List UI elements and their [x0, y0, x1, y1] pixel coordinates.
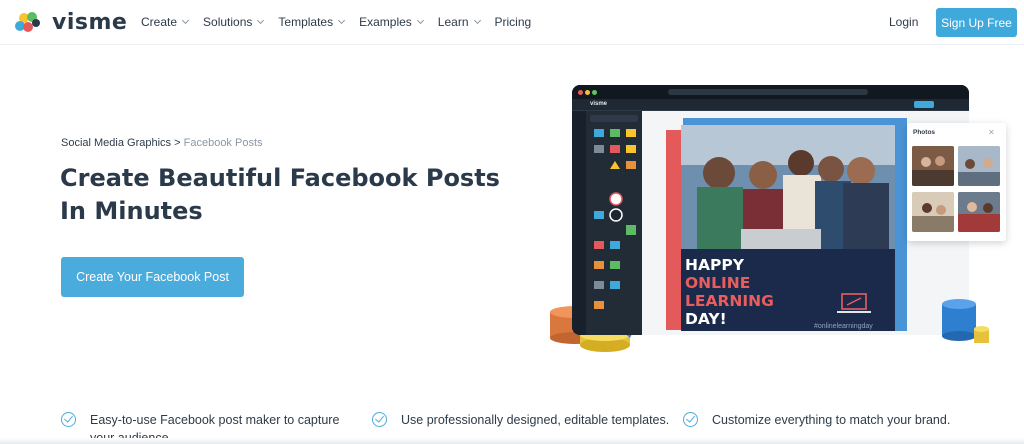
nav-solutions[interactable]: Solutions	[203, 15, 265, 29]
page-title: Create Beautiful Facebook Posts In Minut…	[60, 162, 520, 228]
photos-panel-title: Photos	[913, 129, 936, 136]
poster-headline: HAPPY ONLINE LEARNING DAY!	[685, 256, 774, 328]
feature-item: Customize everything to match your brand…	[683, 411, 950, 429]
nav-examples[interactable]: Examples	[359, 15, 424, 29]
page-title-line-1: Create Beautiful Facebook Posts	[60, 164, 500, 192]
nav-create-label: Create	[141, 15, 178, 29]
nav-learn-label: Learn	[437, 15, 469, 29]
visme-logo-icon	[15, 11, 40, 32]
checkmark-icon	[372, 412, 387, 427]
photo-thumbnail	[912, 192, 954, 232]
create-facebook-post-button[interactable]: Create Your Facebook Post	[61, 257, 244, 297]
feature-item: Use professionally designed, editable te…	[372, 411, 669, 429]
maximize-dot-icon	[592, 90, 597, 95]
logo-wordmark: visme	[52, 10, 128, 35]
visme-logo[interactable]: visme	[14, 10, 127, 35]
breadcrumb-parent-link[interactable]: Social Media Graphics	[61, 137, 171, 149]
poster-red-accent	[666, 130, 681, 330]
poster-line-4: DAY!	[685, 310, 727, 328]
poster-hashtag: #onlinelearningday	[814, 323, 873, 330]
nav-divider	[0, 44, 1024, 45]
sign-up-button[interactable]: Sign Up Free	[936, 8, 1017, 37]
group-photo-illustration	[681, 125, 895, 249]
feature-text: Use professionally designed, editable te…	[401, 413, 670, 427]
checkmark-icon	[683, 412, 698, 427]
feature-text: Customize everything to match your brand…	[712, 413, 951, 427]
chevron-down-icon	[338, 16, 346, 25]
breadcrumb: Social Media Graphics > Facebook Posts	[61, 137, 263, 149]
top-navigation: visme Create Solutions Templates Example…	[0, 0, 1024, 44]
checkmark-icon	[61, 412, 76, 427]
mockup-app-logo: visme	[590, 101, 608, 107]
chevron-down-icon	[181, 16, 190, 25]
nav-pricing-label: Pricing	[494, 15, 532, 29]
laptop-icon	[837, 293, 871, 313]
poster-line-1: HAPPY	[685, 256, 744, 274]
breadcrumb-separator: >	[174, 137, 181, 149]
nav-create[interactable]: Create	[141, 15, 190, 29]
minimize-dot-icon	[585, 90, 590, 95]
yellow-cube-shape	[974, 326, 989, 343]
mockup-sidebar	[572, 111, 586, 335]
mockup-toolbar	[572, 99, 969, 111]
nav-solutions-label: Solutions	[203, 15, 253, 29]
close-dot-icon	[578, 90, 583, 95]
mockup-graphics-grid	[594, 129, 636, 309]
main-menu: Create Solutions Templates Examples Lear…	[141, 15, 531, 29]
login-link[interactable]: Login	[889, 15, 918, 29]
chevron-down-icon	[416, 16, 424, 25]
chevron-down-icon	[257, 16, 265, 25]
photo-thumbnail	[912, 146, 954, 186]
nav-templates-label: Templates	[278, 15, 334, 29]
close-icon: ✕	[988, 128, 995, 137]
nav-templates[interactable]: Templates	[278, 15, 346, 29]
photo-thumbnail	[958, 146, 1000, 186]
mockup-search-field	[590, 115, 638, 122]
page-title-line-2: In Minutes	[60, 197, 203, 225]
poster-photo	[681, 125, 895, 249]
mockup-titlebar	[572, 85, 969, 99]
poster-line-2: ONLINE	[685, 274, 751, 292]
nav-learn[interactable]: Learn	[437, 15, 481, 29]
mockup-share-button	[914, 101, 934, 108]
nav-pricing[interactable]: Pricing	[495, 15, 532, 29]
feature-text-line-1: Easy-to-use Facebook post maker to captu…	[90, 413, 340, 427]
scroll-fade	[0, 438, 1024, 444]
nav-examples-label: Examples	[359, 15, 412, 29]
chevron-down-icon	[473, 16, 481, 25]
poster-line-3: LEARNING	[685, 292, 774, 310]
photo-thumbnail	[958, 192, 1000, 232]
breadcrumb-current: Facebook Posts	[183, 137, 263, 149]
mockup-address-bar	[668, 89, 868, 95]
